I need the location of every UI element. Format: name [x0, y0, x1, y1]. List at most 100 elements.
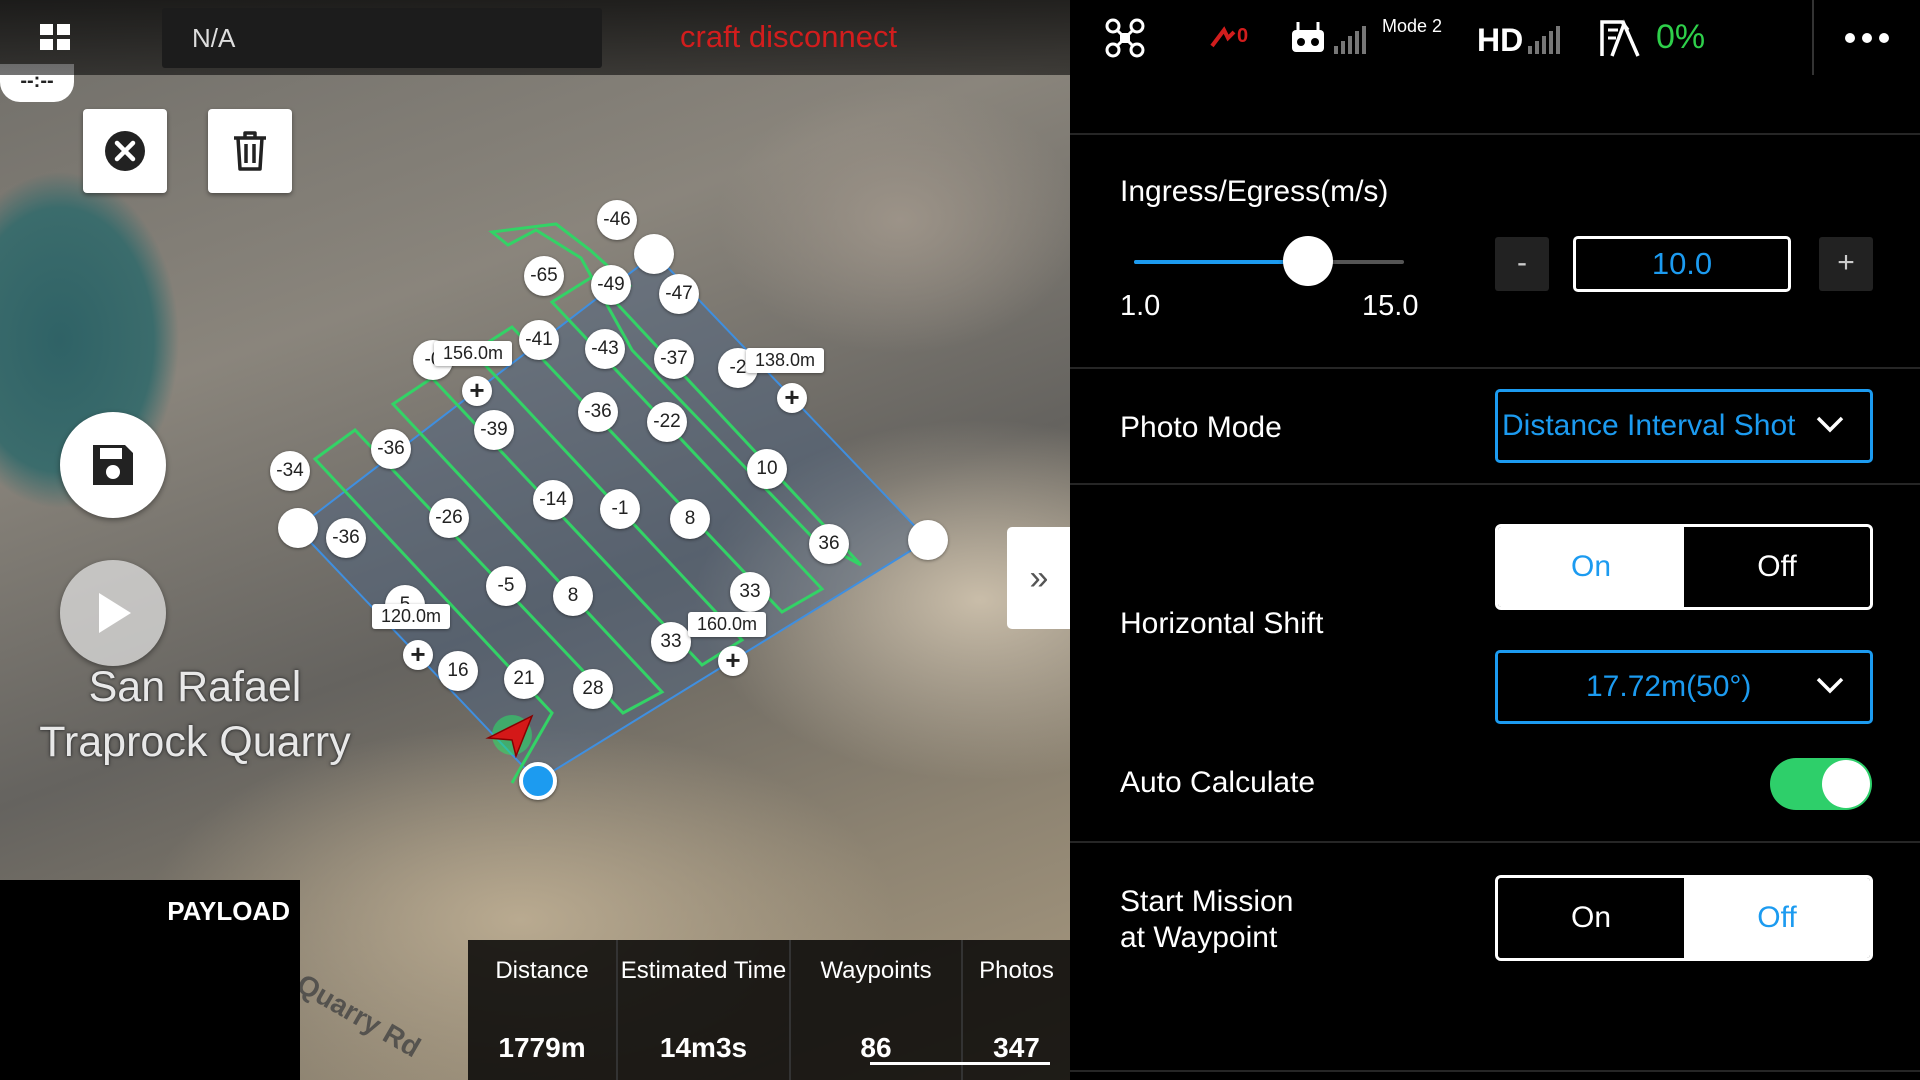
waypoint-marker[interactable]: -22 [647, 402, 687, 442]
save-button[interactable] [60, 412, 166, 518]
waypoint-marker[interactable]: -5 [486, 566, 526, 606]
waypoint-marker[interactable]: 28 [573, 669, 613, 709]
edge-length-label: 120.0m [372, 604, 451, 629]
top-status-bar: N/A craft disconnect 0 Mode 2 HD 0% [0, 0, 1920, 75]
horizontal-shift-off[interactable]: Off [1684, 527, 1870, 607]
waypoint-marker[interactable]: 10 [747, 449, 787, 489]
divider [1070, 1070, 1920, 1072]
edge-length-label: 160.0m [688, 612, 767, 637]
photo-mode-label: Photo Mode [1120, 411, 1282, 444]
divider [1070, 841, 1920, 843]
play-button[interactable] [60, 560, 166, 666]
area-corner-handle[interactable] [908, 520, 948, 560]
start-mission-label-line1: Start Mission [1120, 885, 1294, 918]
payload-panel[interactable]: PAYLOAD [0, 880, 300, 1080]
divider [1070, 133, 1920, 135]
start-mission-toggle[interactable]: On Off [1495, 875, 1873, 961]
close-button[interactable] [83, 109, 167, 193]
add-point-button[interactable]: + [718, 646, 748, 676]
waypoint-marker[interactable]: -49 [591, 265, 631, 305]
waypoint-marker[interactable]: -36 [326, 518, 366, 558]
place-name-label: San Rafael Traprock Quarry [39, 663, 351, 766]
start-mission-label: Start Mission at Waypoint [1120, 884, 1293, 956]
waypoint-marker[interactable]: 8 [670, 499, 710, 539]
waypoint-marker[interactable]: -37 [654, 339, 694, 379]
add-point-button[interactable]: + [777, 383, 807, 413]
area-corner-handle[interactable] [278, 508, 318, 548]
aircraft-icon [485, 714, 534, 758]
stat-estimated-time: Estimated Time 14m3s [618, 940, 791, 1080]
stat-label: Estimated Time [620, 957, 787, 984]
signal-alert-icon [1210, 26, 1236, 48]
auto-calculate-switch[interactable] [1770, 758, 1872, 810]
horizontal-shift-toggle[interactable]: On Off [1495, 524, 1873, 610]
auto-calculate-label: Auto Calculate [1120, 766, 1316, 799]
speed-decrease-button[interactable]: - [1495, 237, 1549, 291]
waypoint-marker[interactable]: 21 [504, 659, 544, 699]
speed-input[interactable]: 10.0 [1573, 236, 1791, 292]
close-icon [105, 131, 145, 171]
video-link-label: HD [1477, 22, 1524, 58]
waypoint-marker[interactable]: 16 [438, 651, 478, 691]
horizontal-shift-value: 17.72m(50°) [1586, 670, 1752, 703]
speed-increase-button[interactable]: + [1819, 237, 1873, 291]
more-dots-icon[interactable] [1812, 0, 1920, 75]
stat-waypoints: Waypoints 86 [791, 940, 963, 1080]
trash-icon [234, 131, 266, 171]
stat-distance: Distance 1779m [468, 940, 618, 1080]
photo-mode-select[interactable]: Distance Interval Shot [1495, 389, 1873, 463]
divider [1070, 483, 1920, 485]
area-corner-handle[interactable] [634, 234, 674, 274]
waypoint-marker[interactable]: -36 [578, 392, 618, 432]
expand-panel-button[interactable]: » [1007, 527, 1070, 629]
waypoint-marker[interactable]: -14 [533, 480, 573, 520]
speed-slider[interactable] [1134, 236, 1404, 286]
waypoint-marker[interactable]: -34 [270, 451, 310, 491]
stat-photos: Photos 347 [963, 940, 1070, 1080]
waypoint-marker[interactable]: -46 [597, 200, 637, 240]
speed-slider-knob[interactable] [1282, 236, 1333, 286]
start-mission-off[interactable]: Off [1684, 878, 1870, 958]
waypoint-marker[interactable]: -47 [659, 274, 699, 314]
stat-label: Photos [979, 957, 1054, 984]
double-chevron-right-icon: » [1029, 558, 1049, 597]
home-point-marker[interactable] [519, 762, 557, 800]
waypoint-marker[interactable]: -43 [585, 329, 625, 369]
edge-length-label: 156.0m [434, 341, 513, 366]
waypoint-marker[interactable]: -41 [519, 320, 559, 360]
waypoint-marker[interactable]: -36 [371, 429, 411, 469]
delete-button[interactable] [208, 109, 292, 193]
remote-mode-label: Mode 2 [1382, 16, 1443, 36]
add-point-button[interactable]: + [462, 376, 492, 406]
stat-label: Waypoints [820, 957, 932, 984]
waypoint-marker[interactable]: -39 [474, 410, 514, 450]
speed-min-label: 1.0 [1120, 290, 1161, 322]
start-mission-label-line2: at Waypoint [1120, 921, 1278, 954]
mission-screen: --:-- San Rafael Traprock Quarry Quarry … [0, 0, 1920, 1080]
waypoint-marker[interactable]: 8 [553, 576, 593, 616]
horizontal-shift-select[interactable]: 17.72m(50°) [1495, 650, 1873, 724]
waypoint-marker[interactable]: 33 [730, 572, 770, 612]
battery-percent: 0% [1656, 18, 1706, 56]
stat-value: 347 [993, 1032, 1040, 1063]
photo-mode-value: Distance Interval Shot [1502, 409, 1796, 442]
grid-icon[interactable] [40, 24, 72, 52]
waypoint-marker[interactable]: 33 [651, 622, 691, 662]
start-mission-on[interactable]: On [1498, 878, 1684, 958]
add-point-button[interactable]: + [403, 640, 433, 670]
horizontal-shift-on[interactable]: On [1498, 527, 1684, 607]
chevron-down-icon [1816, 416, 1844, 433]
waypoint-marker[interactable]: -65 [524, 256, 564, 296]
play-icon [99, 593, 131, 633]
waypoint-marker[interactable]: -26 [429, 498, 469, 538]
horizontal-shift-label: Horizontal Shift [1120, 607, 1324, 640]
chevron-down-icon [1816, 677, 1844, 694]
waypoint-marker[interactable]: 36 [809, 524, 849, 564]
remote-controller-icon [1292, 22, 1324, 52]
drone-icon[interactable] [1105, 18, 1145, 58]
warning-message: craft disconnect [680, 19, 898, 54]
flight-status-field[interactable]: N/A [162, 8, 602, 68]
waypoint-marker[interactable]: -1 [600, 489, 640, 529]
save-icon [93, 445, 133, 485]
signal-count: 0 [1237, 25, 1249, 47]
